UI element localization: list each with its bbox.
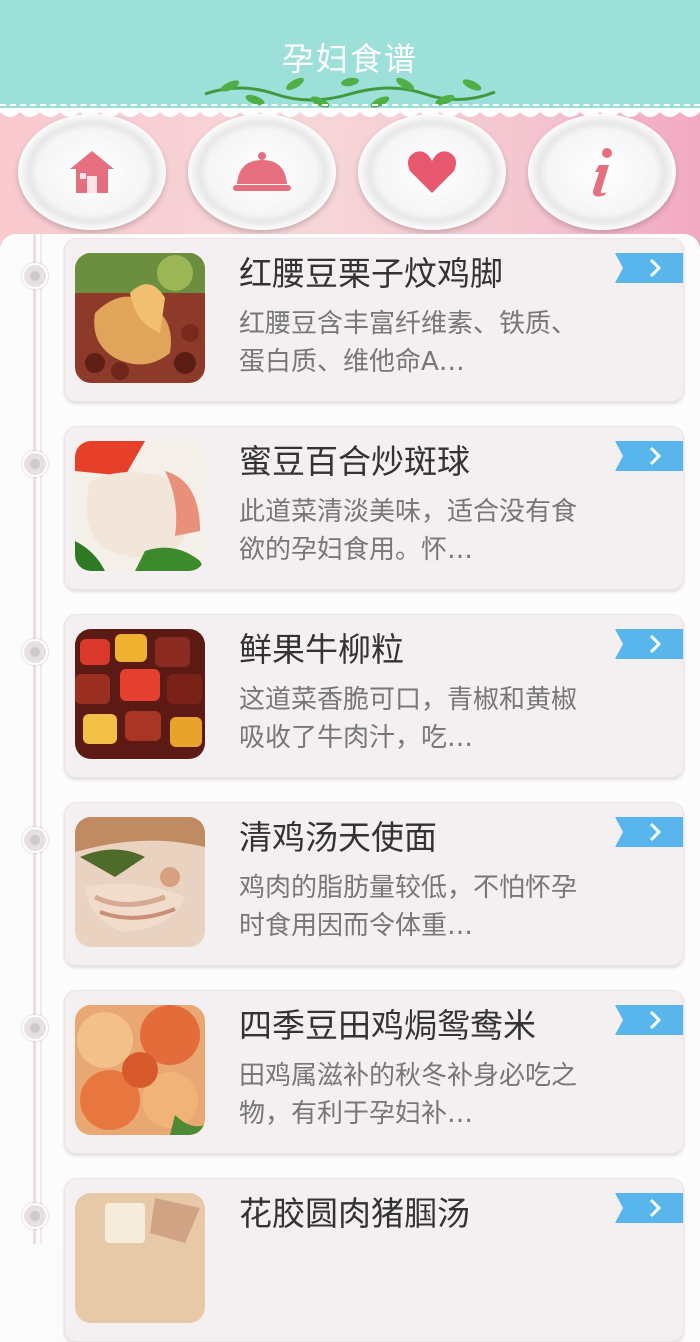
timeline-dot xyxy=(22,1015,48,1041)
timeline-dot xyxy=(22,827,48,853)
timeline-rail-inner xyxy=(40,234,42,1244)
chevron-right-icon[interactable] xyxy=(615,441,683,471)
recipe-description: 红腰豆含丰富纤维素、铁质、蛋白质、维他命A… xyxy=(239,309,578,377)
recipe-card[interactable]: 蜜豆百合炒斑球 此道菜清淡美味，适合没有食欲的孕妇食用。怀… xyxy=(64,426,684,590)
recipe-card[interactable]: 四季豆田鸡焗鸳鸯米 田鸡属滋补的秋冬补身必吃之物，有利于孕妇补… xyxy=(64,990,684,1154)
stitch-divider xyxy=(0,104,700,106)
recipe-card[interactable]: 红腰豆栗子炆鸡脚 红腰豆含丰富纤维素、铁质、蛋白质、维他命A… xyxy=(64,238,684,402)
app-header: 孕妇食谱 xyxy=(0,0,700,112)
timeline-dot xyxy=(22,451,48,477)
chevron-right-icon[interactable] xyxy=(615,1193,683,1223)
recipe-title: 蜜豆百合炒斑球 xyxy=(239,442,470,481)
nav-recipes-button[interactable] xyxy=(188,114,336,230)
nav-favorites-button[interactable] xyxy=(358,114,506,230)
recipe-card[interactable]: 清鸡汤天使面 鸡肉的脂肪量较低，不怕怀孕时食用因而令体重… xyxy=(64,802,684,966)
recipe-description: 此道菜清淡美味，适合没有食欲的孕妇食用。怀… xyxy=(239,497,578,565)
recipe-description: 田鸡属滋补的秋冬补身必吃之物，有利于孕妇补… xyxy=(239,1061,578,1129)
chevron-right-icon[interactable] xyxy=(615,629,683,659)
chevron-right-icon[interactable] xyxy=(615,253,683,283)
chevron-right-icon[interactable] xyxy=(615,1005,683,1035)
recipe-thumbnail xyxy=(75,1193,205,1323)
heart-icon xyxy=(408,151,456,193)
vine-decoration-icon xyxy=(204,77,496,108)
recipe-card[interactable]: 花胶圆肉猪腘汤 xyxy=(64,1178,684,1342)
info-icon xyxy=(593,148,612,197)
home-icon xyxy=(70,151,114,193)
timeline-dot xyxy=(22,263,48,289)
recipe-thumbnail xyxy=(75,629,205,759)
recipe-thumbnail xyxy=(75,441,205,571)
recipe-title: 鲜果牛柳粒 xyxy=(239,630,404,669)
recipe-thumbnail xyxy=(75,1005,205,1135)
recipe-description: 鸡肉的脂肪量较低，不怕怀孕时食用因而令体重… xyxy=(239,873,578,941)
nav-home-button[interactable] xyxy=(18,114,166,230)
recipe-title: 清鸡汤天使面 xyxy=(239,818,437,857)
timeline-dot xyxy=(22,639,48,665)
timeline-dot xyxy=(22,1203,48,1229)
recipe-description: 这道菜香脆可口，青椒和黄椒吸收了牛肉汁，吃… xyxy=(239,685,578,753)
recipe-title: 红腰豆栗子炆鸡脚 xyxy=(239,254,503,293)
timeline-rail xyxy=(33,234,36,1244)
dish-cloche-icon xyxy=(233,152,291,191)
recipe-thumbnail xyxy=(75,253,205,383)
recipe-title: 四季豆田鸡焗鸳鸯米 xyxy=(239,1006,536,1045)
chevron-right-icon[interactable] xyxy=(615,817,683,847)
nav-info-button[interactable] xyxy=(528,114,676,230)
recipe-title: 花胶圆肉猪腘汤 xyxy=(239,1194,470,1233)
recipe-card[interactable]: 鲜果牛柳粒 这道菜香脆可口，青椒和黄椒吸收了牛肉汁，吃… xyxy=(64,614,684,778)
recipe-thumbnail xyxy=(75,817,205,947)
